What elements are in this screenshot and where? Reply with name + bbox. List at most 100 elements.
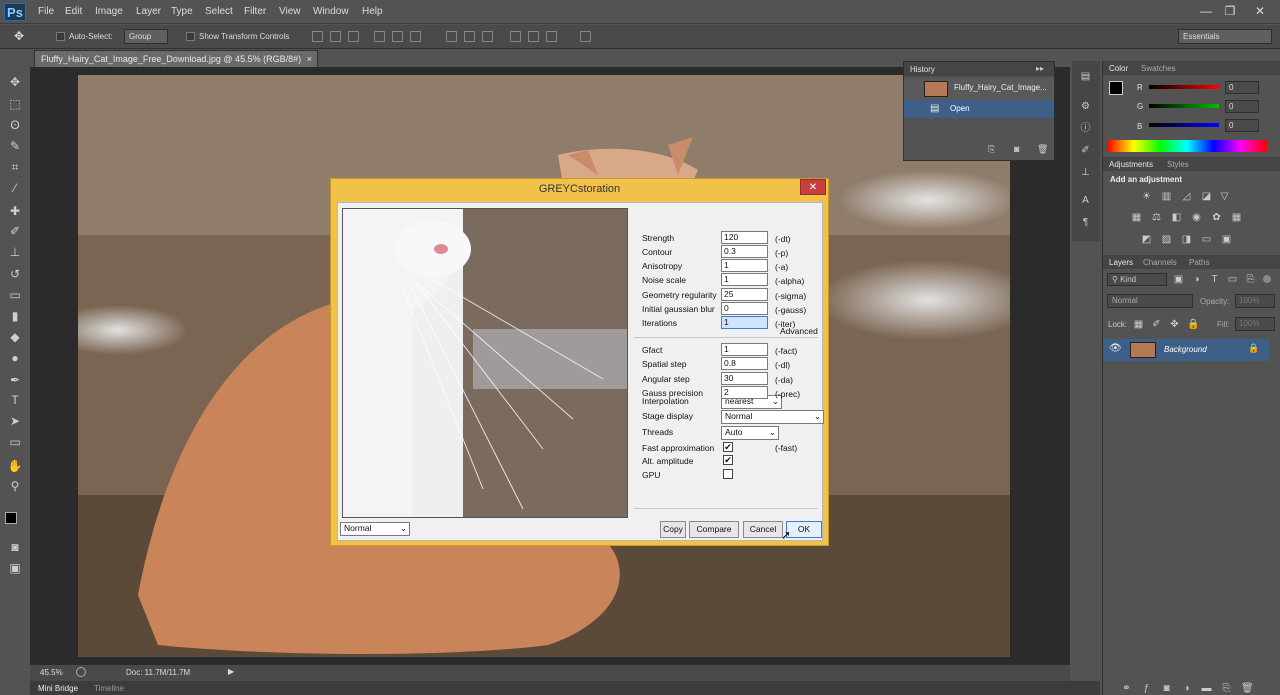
brush-tool-icon[interactable]: ✐ [6, 223, 24, 239]
invert-icon[interactable]: ◩ [1141, 234, 1152, 245]
posterize-icon[interactable]: ▨ [1161, 234, 1172, 245]
menu-type[interactable]: Type [171, 6, 193, 17]
exposure-icon[interactable]: ◪ [1201, 191, 1212, 202]
foreground-color-swatch[interactable] [5, 512, 17, 524]
restore-button[interactable]: ❐ [1220, 2, 1240, 20]
link-layers-icon[interactable]: ⚭ [1121, 683, 1132, 694]
auto-select-dropdown[interactable]: Group [124, 29, 168, 44]
menu-filter[interactable]: Filter [244, 6, 266, 17]
red-value[interactable]: 0 [1225, 81, 1259, 94]
tab-timeline[interactable]: Timeline [94, 684, 124, 693]
preview-mode-select[interactable]: Normal ⌄ [340, 522, 410, 536]
threshold-icon[interactable]: ◨ [1181, 234, 1192, 245]
channel-mixer-icon[interactable]: ✿ [1211, 212, 1222, 223]
move-tool-icon[interactable]: ✥ [6, 74, 24, 90]
photo-filter-icon[interactable]: ◉ [1191, 212, 1202, 223]
fill-value[interactable]: 100% [1235, 317, 1275, 331]
history-brush-tool-icon[interactable]: ↺ [6, 266, 24, 282]
tab-styles[interactable]: Styles [1167, 160, 1189, 169]
delete-layer-icon[interactable]: 🗑 [1241, 683, 1254, 694]
menu-select[interactable]: Select [205, 6, 233, 17]
info-dock-icon[interactable]: ⓘ [1080, 123, 1091, 134]
param-input[interactable]: 2 [721, 386, 768, 399]
menu-view[interactable]: View [279, 6, 301, 17]
workspace-dropdown[interactable]: Essentials [1178, 29, 1272, 44]
document-tab[interactable]: Fluffy_Hairy_Cat_Image_Free_Download.jpg… [34, 50, 318, 67]
ok-button[interactable]: OK [786, 521, 822, 538]
transform-controls-checkbox[interactable] [186, 32, 195, 41]
eraser-tool-icon[interactable]: ▭ [6, 287, 24, 303]
red-slider[interactable] [1149, 85, 1219, 89]
layer-row-background[interactable]: 👁 Background 🔒 [1103, 339, 1269, 361]
levels-icon[interactable]: ▥ [1161, 191, 1172, 202]
lock-all-icon[interactable]: 🔒 [1187, 319, 1199, 330]
auto-select-checkbox[interactable] [56, 32, 65, 41]
tab-paths[interactable]: Paths [1189, 258, 1209, 267]
quick-mask-icon[interactable]: ◙ [6, 539, 24, 555]
param-input[interactable]: 0.8 [721, 357, 768, 370]
healing-brush-tool-icon[interactable]: ✚ [6, 203, 24, 219]
new-adjustment-layer-icon[interactable]: ◑ [1181, 683, 1192, 694]
brush-dock-icon[interactable]: ✐ [1080, 145, 1091, 156]
blend-mode-dropdown[interactable]: Normal [1107, 294, 1193, 308]
gradient-map-icon[interactable]: ▭ [1201, 234, 1212, 245]
crop-tool-icon[interactable]: ⌗ [6, 159, 24, 175]
stage-display-select[interactable]: Normal ⌄ [721, 410, 824, 424]
distribute-top-icon[interactable] [446, 31, 457, 42]
black-white-icon[interactable]: ◧ [1171, 212, 1182, 223]
param-input[interactable]: 1 [721, 316, 768, 329]
distribute-hcenter-icon[interactable] [528, 31, 539, 42]
marquee-tool-icon[interactable]: ⬚ [6, 96, 24, 112]
param-input[interactable]: 30 [721, 372, 768, 385]
color-spectrum-bar[interactable] [1107, 140, 1267, 152]
eyedropper-tool-icon[interactable]: ⁄ [6, 180, 24, 196]
hue-saturation-icon[interactable]: ▦ [1131, 212, 1142, 223]
blur-tool-icon[interactable]: ◆ [6, 329, 24, 345]
history-step-open[interactable]: ▤ Open [904, 100, 1054, 118]
align-hcenter-icon[interactable] [392, 31, 403, 42]
foreground-color-swatch[interactable] [1109, 81, 1123, 95]
menu-layer[interactable]: Layer [136, 6, 161, 17]
zoom-tool-icon[interactable]: ⚲ [6, 478, 24, 494]
hand-tool-icon[interactable]: ✋ [6, 458, 24, 474]
menu-image[interactable]: Image [95, 6, 123, 17]
status-info-icon[interactable] [76, 667, 86, 677]
curves-icon[interactable]: ◿ [1181, 191, 1192, 202]
copy-button[interactable]: Copy [660, 521, 686, 538]
character-dock-icon[interactable]: A [1080, 195, 1091, 206]
move-tool-icon[interactable]: ✥ [14, 29, 24, 43]
layer-filter-kind[interactable]: ⚲ Kind [1107, 273, 1167, 286]
properties-dock-icon[interactable]: ⚙ [1080, 101, 1091, 112]
new-group-icon[interactable]: ▬ [1201, 683, 1212, 694]
clone-stamp-tool-icon[interactable]: ⊥ [6, 244, 24, 260]
selective-color-icon[interactable]: ▣ [1221, 234, 1232, 245]
panel-menu-icon[interactable]: ▸▸ [1036, 64, 1044, 73]
status-menu-arrow-icon[interactable]: ▶ [228, 667, 234, 676]
blue-value[interactable]: 0 [1225, 119, 1259, 132]
create-snapshot-icon[interactable]: ◙ [1014, 144, 1019, 154]
close-tab-icon[interactable]: × [307, 54, 312, 64]
align-top-icon[interactable] [312, 31, 323, 42]
blue-slider[interactable] [1149, 123, 1219, 127]
tab-color[interactable]: Color [1109, 64, 1128, 73]
opacity-value[interactable]: 100% [1235, 294, 1275, 308]
new-document-from-state-icon[interactable]: ⎘ [988, 144, 995, 155]
threads-select[interactable]: Auto ⌄ [721, 426, 779, 440]
filter-pixel-icon[interactable]: ▣ [1173, 274, 1184, 285]
vibrance-icon[interactable]: ▽ [1219, 191, 1230, 202]
align-right-icon[interactable] [410, 31, 421, 42]
trash-icon[interactable]: 🗑 [1037, 144, 1048, 155]
preview-pane[interactable] [342, 208, 628, 518]
layer-style-icon[interactable]: ƒ [1141, 683, 1152, 694]
layer-mask-icon[interactable]: ◙ [1161, 683, 1172, 694]
param-input[interactable]: 25 [721, 288, 768, 301]
param-input[interactable]: 1 [721, 273, 768, 286]
green-slider[interactable] [1149, 104, 1219, 108]
quick-select-tool-icon[interactable]: ✎ [6, 138, 24, 154]
lock-pixels-icon[interactable]: ✐ [1151, 319, 1162, 330]
menu-edit[interactable]: Edit [65, 6, 82, 17]
tab-layers[interactable]: Layers [1109, 258, 1133, 267]
param-input[interactable]: 0 [721, 302, 768, 315]
tab-mini-bridge[interactable]: Mini Bridge [38, 684, 78, 693]
paragraph-dock-icon[interactable]: ¶ [1080, 217, 1091, 228]
